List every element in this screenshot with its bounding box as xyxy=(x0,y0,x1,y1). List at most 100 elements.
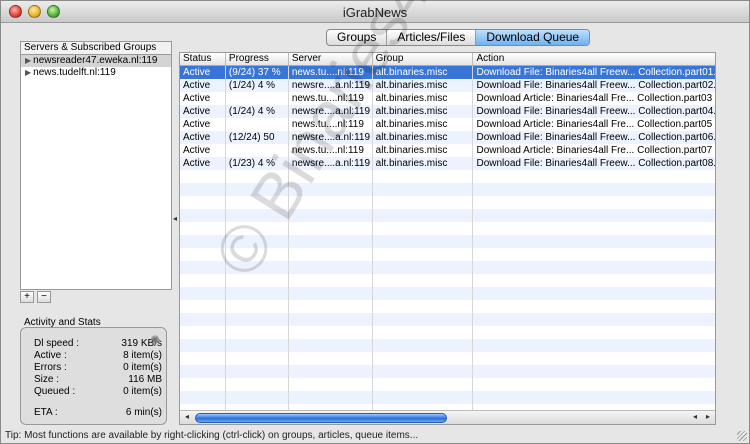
tab-articles-files[interactable]: Articles/Files xyxy=(387,30,477,45)
stat-value: 6 min(s) xyxy=(125,407,162,418)
scrollbar-thumb[interactable] xyxy=(195,413,447,423)
empty-cell xyxy=(289,365,373,378)
cell-server: newsre....a.nl:119 xyxy=(289,105,373,118)
empty-cell xyxy=(473,196,715,209)
cell-progress xyxy=(226,118,289,131)
empty-table-row xyxy=(180,196,715,209)
empty-cell xyxy=(180,391,226,404)
scroll-left-icon[interactable]: ◂ xyxy=(689,412,701,421)
stat-value: 0 item(s) xyxy=(123,386,162,397)
empty-cell xyxy=(289,183,373,196)
table-row[interactable]: Active news.tu....nl:119 alt.binaries.misc… xyxy=(180,92,715,105)
app-window: iGrabNews Groups Articles/Files Download… xyxy=(0,0,750,444)
scroll-right-icon[interactable]: ▸ xyxy=(702,412,714,421)
cell-server: newsre....a.nl:119 xyxy=(289,157,373,170)
stat-label: Active : xyxy=(34,350,67,361)
empty-cell xyxy=(373,235,474,248)
activity-spinner-icon: ✺ xyxy=(150,333,161,347)
empty-cell xyxy=(289,352,373,365)
empty-cell xyxy=(373,326,474,339)
column-header-group[interactable]: Group xyxy=(373,53,474,65)
empty-table-row xyxy=(180,170,715,183)
empty-cell xyxy=(473,183,715,196)
cell-group: alt.binaries.misc xyxy=(373,131,474,144)
empty-cell xyxy=(373,391,474,404)
stat-row: Size : 116 MB xyxy=(34,374,162,385)
empty-cell xyxy=(373,170,474,183)
empty-cell xyxy=(289,391,373,404)
servers-groups-header: Servers & Subscribed Groups xyxy=(20,41,172,54)
remove-server-button[interactable]: − xyxy=(37,291,51,303)
stat-label: Errors : xyxy=(34,362,67,373)
empty-cell xyxy=(289,248,373,261)
table-body: Active (9/24) 37 % news.tu....nl:119 alt.bi… xyxy=(180,66,715,417)
table-row[interactable]: Active news.tu....nl:119 alt.binaries.misc… xyxy=(180,118,715,131)
empty-cell xyxy=(226,274,289,287)
cell-server: newsre....a.nl:119 xyxy=(289,79,373,92)
title-bar: iGrabNews xyxy=(1,1,749,23)
empty-cell xyxy=(373,183,474,196)
scroll-left-icon[interactable]: ◂ xyxy=(181,412,193,421)
empty-cell xyxy=(180,196,226,209)
empty-cell xyxy=(226,365,289,378)
empty-cell xyxy=(373,222,474,235)
cell-group: alt.binaries.misc xyxy=(373,66,474,79)
cell-status: Active xyxy=(180,157,226,170)
empty-cell xyxy=(180,183,226,196)
table-row[interactable]: Active (9/24) 37 % news.tu....nl:119 alt.bi… xyxy=(180,66,715,79)
download-queue-table[interactable]: Status Progress Server Group Action Acti… xyxy=(179,52,716,425)
empty-cell xyxy=(180,209,226,222)
stat-row: Queued : 0 item(s) xyxy=(34,386,162,397)
empty-cell xyxy=(473,209,715,222)
horizontal-scrollbar[interactable]: ◂ ◂ ▸ xyxy=(180,410,715,424)
cell-group: alt.binaries.misc xyxy=(373,144,474,157)
tab-download-queue[interactable]: Download Queue xyxy=(476,30,590,45)
server-item[interactable]: ▶ newsreader47.eweka.nl:119 xyxy=(21,55,171,67)
disclosure-triangle-icon[interactable]: ▶ xyxy=(25,67,31,79)
empty-cell xyxy=(473,248,715,261)
column-header-progress[interactable]: Progress xyxy=(226,53,289,65)
empty-cell xyxy=(226,313,289,326)
empty-cell xyxy=(373,209,474,222)
empty-cell xyxy=(226,183,289,196)
column-header-server[interactable]: Server xyxy=(289,53,373,65)
empty-cell xyxy=(180,274,226,287)
server-item[interactable]: ▶ news.tudelft.nl:119 xyxy=(21,67,171,79)
stat-label: Dl speed : xyxy=(34,338,80,349)
empty-cell xyxy=(226,391,289,404)
table-row[interactable]: Active (1/24) 4 % newsre....a.nl:119 alt.bi… xyxy=(180,105,715,118)
stat-value: 8 item(s) xyxy=(123,350,162,361)
empty-cell xyxy=(226,222,289,235)
empty-cell xyxy=(226,300,289,313)
split-view-collapse-icon[interactable]: ◂ xyxy=(173,214,177,223)
cell-status: Active xyxy=(180,105,226,118)
add-server-button[interactable]: + xyxy=(20,291,34,303)
empty-cell xyxy=(289,196,373,209)
cell-progress: (12/24) 50 xyxy=(226,131,289,144)
resize-grip-icon[interactable] xyxy=(737,431,747,441)
empty-cell xyxy=(180,326,226,339)
empty-cell xyxy=(226,235,289,248)
empty-cell xyxy=(289,339,373,352)
stat-label: Size : xyxy=(34,374,60,385)
cell-status: Active xyxy=(180,118,226,131)
empty-cell xyxy=(473,352,715,365)
tab-groups[interactable]: Groups xyxy=(327,30,388,45)
table-row[interactable]: Active (1/23) 4 % newsre....a.nl:119 alt.bi… xyxy=(180,157,715,170)
table-row[interactable]: Active (12/24) 50 newsre....a.nl:119 alt.bi… xyxy=(180,131,715,144)
table-row[interactable]: Active news.tu....nl:119 alt.binaries.misc… xyxy=(180,144,715,157)
empty-table-row xyxy=(180,365,715,378)
table-row[interactable]: Active (1/24) 4 % newsre....a.nl:119 alt.bi… xyxy=(180,79,715,92)
empty-cell xyxy=(289,300,373,313)
empty-cell xyxy=(373,274,474,287)
servers-list[interactable]: ▶ newsreader47.eweka.nl:119 ▶ news.tudel… xyxy=(20,54,172,290)
column-header-status[interactable]: Status xyxy=(180,53,226,65)
empty-cell xyxy=(180,235,226,248)
disclosure-triangle-icon[interactable]: ▶ xyxy=(25,55,31,67)
empty-cell xyxy=(289,261,373,274)
empty-cell xyxy=(473,261,715,274)
cell-status: Active xyxy=(180,144,226,157)
empty-cell xyxy=(180,378,226,391)
cell-progress: (1/23) 4 % xyxy=(226,157,289,170)
column-header-action[interactable]: Action xyxy=(473,53,715,65)
